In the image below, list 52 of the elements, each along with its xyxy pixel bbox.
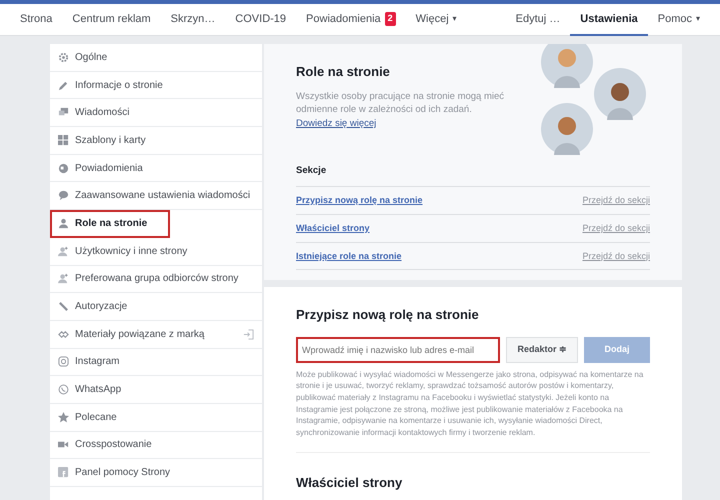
facebook-icon [58, 467, 69, 478]
role-dropdown[interactable]: Redaktor ≑ [506, 336, 578, 363]
nav-tab[interactable]: Powiadomienia 2 [296, 4, 406, 36]
nav-tab[interactable]: Ustawienia [570, 4, 648, 36]
section-link[interactable]: Właściciel strony [296, 222, 370, 236]
sidebar-item[interactable]: Instagram [50, 348, 262, 376]
sidebar-item[interactable]: Informacje o stronie [50, 72, 262, 100]
nav-tab[interactable]: Więcej ▾ [406, 4, 467, 36]
person-icon [58, 218, 69, 229]
nav-tab[interactable]: Edytuj … [506, 4, 570, 36]
nav-tab[interactable]: Pomoc ▾ [648, 4, 710, 36]
grid-icon [58, 134, 69, 146]
section-title: Role na stronie [296, 63, 391, 81]
section-link[interactable]: Istniejące role na stronie [296, 250, 402, 263]
nav-tab[interactable]: Skrzyn… [160, 4, 226, 36]
enter-arrow-icon [243, 328, 254, 340]
whatsapp-icon [58, 384, 69, 396]
notification-badge: 2 [384, 12, 396, 26]
sidebar-item[interactable]: WhatsApp [50, 376, 262, 404]
nav-tab[interactable]: Strona [10, 4, 62, 36]
video-camera-icon [58, 439, 69, 450]
role-help-text: Może publikować i wysyłać wiadomości w Messengerze jako strona, odpisywać na komentarze na stronie i je usuwać, tworzyć reklamy, sprawdzać tożsamość autorów postów i komentarzy, publikować materiały z Instagramu na Facebooku i wyświetlać statystyki. Jeżeli konto na Instagramie jest połączone ze stroną, możliwe jest publikowanie materiałów z Facebooka na Instagramie, odpisywanie na komentarze i usuwanie ich, wysyłanie wiadomości Direct, synchronizowanie informacji kontaktowych firmy i tworzenie reklam. [296, 368, 644, 438]
sidebar-item[interactable]: Role na stronie [50, 210, 170, 238]
section-title: Przypisz nową rolę na stronie [296, 306, 480, 324]
person-plus-icon [58, 273, 69, 284]
sidebar-item[interactable]: Materiały powiązane z marką [50, 320, 262, 349]
sidebar-item[interactable]: Panel pomocy Strony [50, 459, 262, 487]
gear-icon [58, 52, 69, 63]
sidebar-item[interactable]: Crosspostowanie [50, 432, 262, 460]
sidebar-item[interactable]: Powiadomienia [50, 154, 262, 182]
instagram-icon [58, 356, 69, 368]
sidebar-item[interactable]: Szablony i karty [50, 127, 262, 155]
person-plus-icon [58, 246, 69, 257]
section-title: Właściciel strony [296, 474, 404, 492]
sidebar-item[interactable]: Wiadomości [50, 99, 262, 128]
sidebar-item[interactable]: Preferowana grupa odbiorców strony [50, 266, 262, 294]
speech-bubble-icon [58, 190, 69, 202]
section-link[interactable]: Przypisz nową rolę na stronie [296, 194, 423, 208]
pencil-icon [58, 80, 69, 91]
sidebar-item[interactable]: Polecane [50, 404, 262, 432]
star-icon [58, 412, 69, 423]
chat-bubbles-icon [58, 107, 69, 118]
sidebar-item[interactable]: Użytkownicy i inne strony [50, 238, 262, 266]
sidebar-item[interactable]: Zaawansowane ustawienia wiadomości [50, 182, 262, 210]
name-or-email-field[interactable]: Wprowadź imię i nazwisko lub adres e-mail [296, 336, 500, 363]
sidebar-item[interactable]: Autoryzacje [50, 293, 262, 321]
nav-tab[interactable]: Centrum reklam [62, 4, 161, 36]
learn-more-link[interactable]: Dowiedz się więcej [296, 118, 376, 130]
nav-tab[interactable]: COVID-19 [225, 4, 296, 36]
sidebar-item[interactable]: Ogólne [50, 44, 262, 72]
description-text: Wszystkie osoby pracujące na stronie mogą mieć odmienne role w zależności od ich zadań. Dowiedz się więcej [296, 90, 506, 131]
sections-heading: Sekcje [296, 164, 328, 178]
